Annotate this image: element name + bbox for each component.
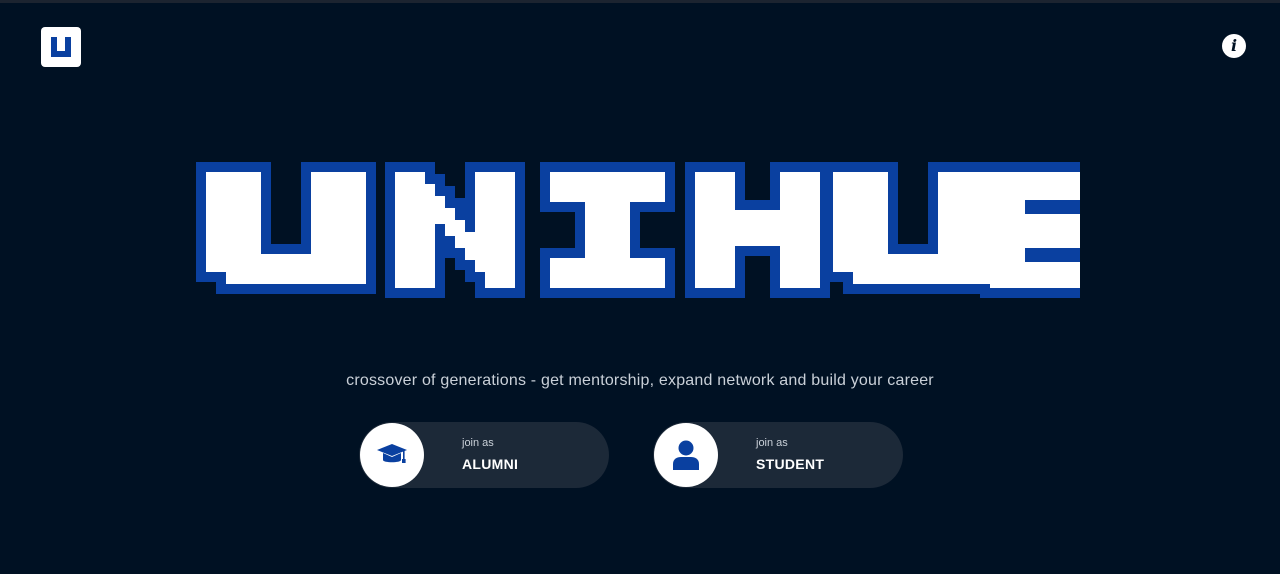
graduation-cap-icon bbox=[377, 444, 407, 463]
student-label: STUDENT bbox=[756, 456, 825, 472]
student-icon-circle bbox=[654, 423, 718, 487]
join-as-label: join as bbox=[462, 437, 494, 449]
unihub-logo-icon[interactable] bbox=[41, 27, 81, 67]
top-border bbox=[0, 0, 1280, 3]
alumni-label: ALUMNI bbox=[462, 456, 519, 472]
join-alumni-button[interactable]: join as ALUMNI bbox=[359, 422, 609, 488]
alumni-icon-circle bbox=[360, 423, 424, 487]
join-as-label: join as bbox=[756, 437, 788, 449]
tagline: crossover of generations - get mentorshi… bbox=[346, 372, 934, 389]
join-student-button[interactable]: join as STUDENT bbox=[653, 422, 903, 488]
info-icon[interactable]: i bbox=[1222, 34, 1246, 58]
unihub-wordmark bbox=[195, 157, 1080, 299]
info-glyph: i bbox=[1230, 36, 1238, 55]
user-icon bbox=[673, 440, 699, 470]
u-glyph-icon bbox=[51, 37, 71, 57]
